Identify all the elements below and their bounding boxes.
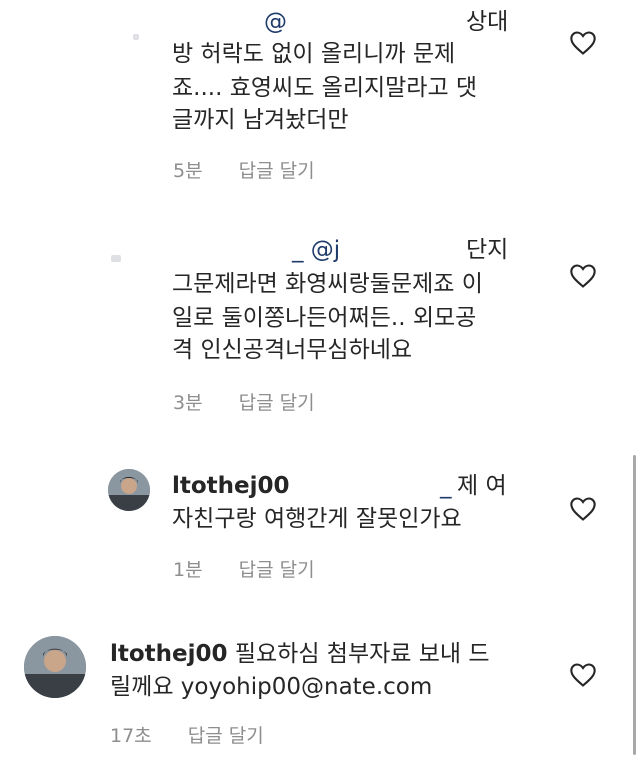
reply-button[interactable]: 답글 달기 <box>188 725 264 747</box>
scrollbar[interactable] <box>633 455 636 755</box>
comment-line: 일로 둘이쫑나든어쩌든.. 외모공 <box>172 305 477 331</box>
comment-line: 릴께요 yoyohip00@nate.com <box>110 674 433 700</box>
mention[interactable]: _ <box>440 473 452 499</box>
mention[interactable]: @ <box>264 9 287 35</box>
heart-outline-icon[interactable] <box>569 662 597 688</box>
comment-time: 17초 <box>110 725 152 747</box>
heart-outline-icon[interactable] <box>569 496 597 522</box>
comment-line: 상대 <box>466 9 509 35</box>
reply-button[interactable]: 답글 달기 <box>239 392 315 414</box>
redacted-avatar <box>133 34 139 40</box>
redacted-avatar <box>111 255 121 262</box>
comment-line: 단지 <box>466 237 509 263</box>
comment-time: 5분 <box>173 160 203 182</box>
reply-button[interactable]: 답글 달기 <box>239 160 315 182</box>
comment-line: 그문제라면 화영씨랑둘문제죠 이 <box>172 271 483 297</box>
comment-line: 방 허락도 없이 올리니까 문제 <box>172 41 456 67</box>
comment-time: 3분 <box>173 392 203 414</box>
mention[interactable]: _ @j <box>292 237 340 263</box>
comment-line: 필요하심 첨부자료 보내 드 <box>234 641 490 667</box>
comment-line: 죠.... 효영씨도 올리지말라고 댓 <box>172 75 478 101</box>
comment-time: 1분 <box>173 559 203 581</box>
comment-username[interactable]: ltothej00 <box>172 470 290 502</box>
avatar[interactable] <box>108 469 150 511</box>
comment-line: 자친구랑 여행간게 잘못인가요 <box>172 506 462 532</box>
comment-username[interactable]: ltothej00 <box>110 641 228 667</box>
avatar[interactable] <box>24 636 86 698</box>
heart-outline-icon[interactable] <box>569 263 597 289</box>
comment-line: 격 인신공격너무심하네요 <box>172 337 413 363</box>
reply-button[interactable]: 답글 달기 <box>239 559 315 581</box>
comment-line: 제 여 <box>457 473 507 499</box>
heart-outline-icon[interactable] <box>569 30 597 56</box>
comment-line: 글까지 남겨놨더만 <box>172 107 349 133</box>
